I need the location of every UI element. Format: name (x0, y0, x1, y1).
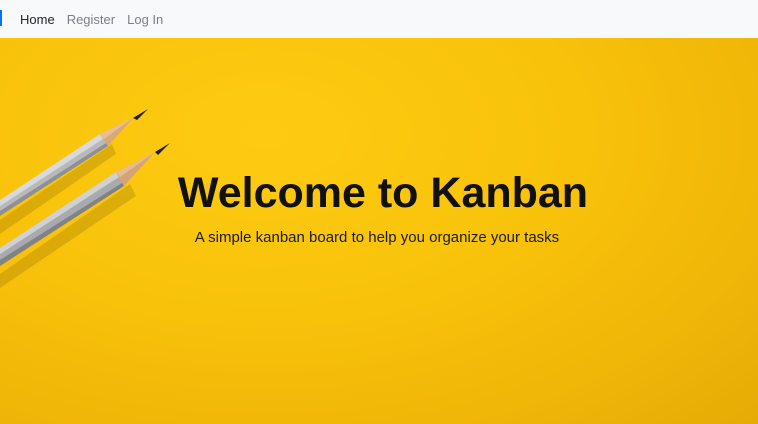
navbar-edge-marker (0, 10, 2, 26)
pencils-image (0, 109, 170, 288)
nav-link-register[interactable]: Register (67, 13, 115, 26)
hero-title: Welcome to Kanban (177, 169, 589, 217)
nav-link-home[interactable]: Home (20, 13, 55, 26)
nav-link-login[interactable]: Log In (127, 13, 163, 26)
hero-banner: Welcome to Kanban A simple kanban board … (0, 38, 758, 424)
top-navbar: Home Register Log In (0, 0, 758, 38)
hero-subtitle: A simple kanban board to help you organi… (194, 229, 560, 246)
